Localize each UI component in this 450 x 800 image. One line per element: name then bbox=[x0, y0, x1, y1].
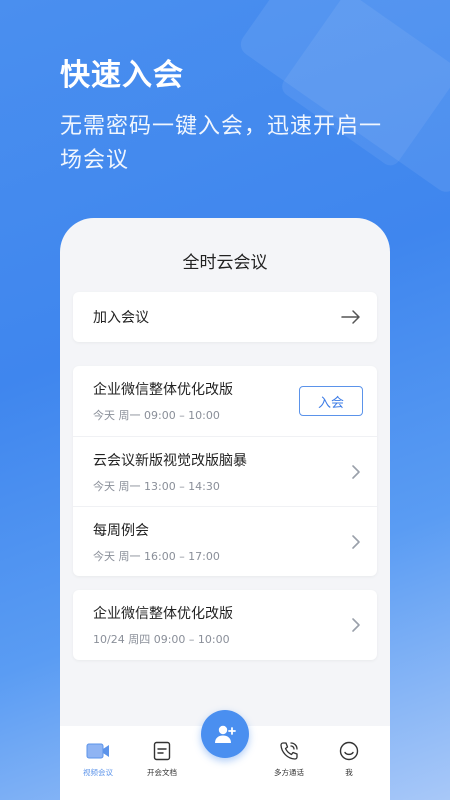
chevron-right-icon bbox=[352, 464, 360, 479]
tab-me[interactable]: 我 bbox=[319, 740, 379, 778]
app-title: 全时云会议 bbox=[182, 253, 268, 273]
tab-label: 我 bbox=[345, 768, 353, 777]
meeting-item[interactable]: 每周例会 今天 周一 16:00 – 17:00 bbox=[73, 506, 377, 576]
meeting-title: 云会议新版视觉改版脑暴 bbox=[93, 452, 247, 469]
hero-subtitle: 无需密码一键入会，迅速开启一场会议 bbox=[60, 114, 383, 173]
video-camera-icon bbox=[86, 743, 109, 759]
phone-call-icon bbox=[280, 742, 298, 760]
meeting-title: 企业微信整体优化改版 bbox=[93, 606, 233, 622]
meeting-time: 今天 周一 13:00 – 14:30 bbox=[93, 479, 220, 493]
tab-multi-call[interactable]: 多方通话 bbox=[259, 740, 319, 778]
chevron-right-icon bbox=[352, 534, 360, 549]
tab-label: 视频会议 bbox=[83, 768, 113, 777]
hero-title: 快速入会 bbox=[60, 58, 184, 93]
meeting-time: 今天 周一 16:00 – 17:00 bbox=[93, 549, 220, 563]
phone-mockup: 全时云会议 加入会议 企业微信整体优化改版 今天 周一 09:00 – 10:0… bbox=[60, 218, 390, 800]
chevron-right-icon bbox=[352, 618, 360, 632]
join-meeting-button[interactable]: 入会 bbox=[299, 386, 363, 416]
later-meetings-card: 企业微信整体优化改版 10/24 周四 09:00 – 10:00 bbox=[73, 590, 377, 660]
meeting-item[interactable]: 云会议新版视觉改版脑暴 今天 周一 13:00 – 14:30 bbox=[73, 436, 377, 506]
add-contact-fab[interactable] bbox=[201, 710, 249, 758]
tab-meeting-docs[interactable]: 开会文档 bbox=[132, 740, 192, 778]
smiley-icon bbox=[339, 741, 359, 761]
tab-label: 开会文档 bbox=[147, 768, 177, 777]
tab-video-meeting[interactable]: 视频会议 bbox=[68, 740, 128, 778]
arrow-right-icon bbox=[341, 310, 360, 324]
meeting-item[interactable]: 企业微信整体优化改版 今天 周一 09:00 – 10:00 入会 bbox=[73, 366, 377, 436]
today-meetings-card: 企业微信整体优化改版 今天 周一 09:00 – 10:00 入会 云会议新版视… bbox=[73, 366, 377, 576]
meeting-time: 10/24 周四 09:00 – 10:00 bbox=[93, 633, 230, 646]
meeting-item[interactable]: 企业微信整体优化改版 10/24 周四 09:00 – 10:00 bbox=[73, 590, 377, 660]
promo-screen: 快速入会 无需密码一键入会，迅速开启一场会议 全时云会议 加入会议 企业微信整体… bbox=[0, 0, 450, 800]
meeting-title: 每周例会 bbox=[93, 522, 149, 539]
document-icon bbox=[153, 741, 171, 761]
add-person-icon bbox=[215, 725, 236, 743]
tab-label: 多方通话 bbox=[274, 768, 304, 777]
join-meeting-row[interactable]: 加入会议 bbox=[73, 292, 377, 342]
join-meeting-label: 加入会议 bbox=[93, 310, 149, 326]
